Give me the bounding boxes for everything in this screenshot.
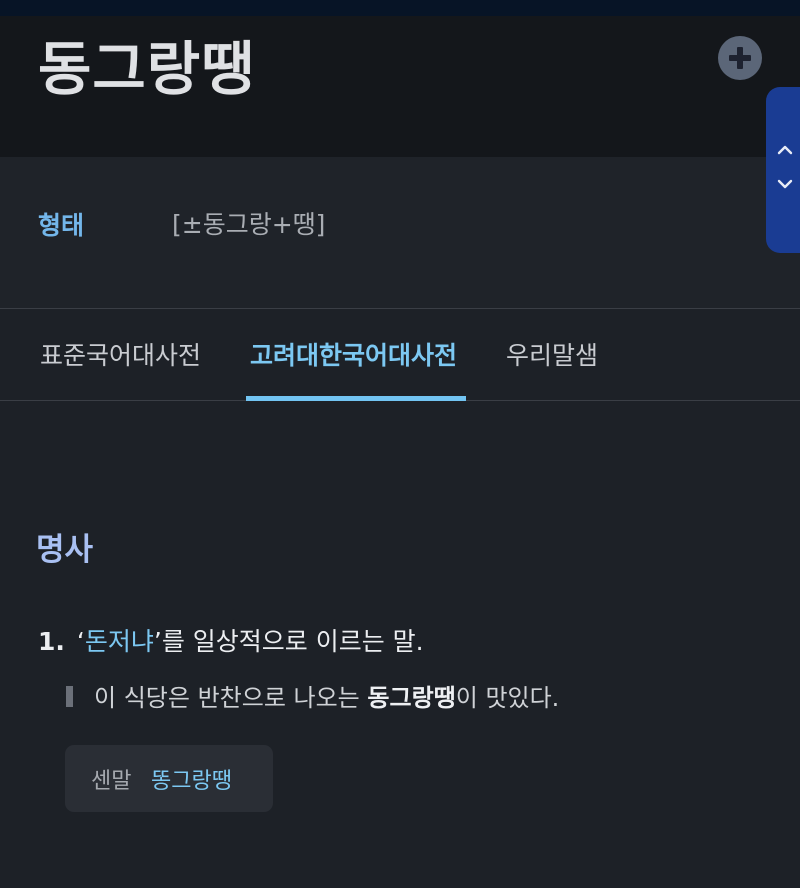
entry-header: 동그랑땡 [0, 16, 800, 157]
sense-number: 1. [38, 627, 65, 656]
related-word-box: 센말 똥그랑땡 [65, 745, 273, 812]
definition-text: ’를 일상적으로 이르는 말. [153, 627, 424, 656]
form-section: 형태 [±동그랑+땡] [0, 157, 800, 309]
related-word-link[interactable]: 똥그랑땡 [151, 763, 232, 795]
example-text-before: 이 식당은 반찬으로 나오는 [94, 684, 368, 712]
example-marker [66, 686, 73, 707]
tab-standard-dictionary[interactable]: 표준국어대사전 [40, 336, 201, 372]
definition-quote-open: ‘ [76, 627, 85, 656]
example-text: 이 식당은 반찬으로 나오는 동그랑땡이 맛있다. [94, 678, 559, 713]
active-tab-indicator [246, 396, 466, 401]
chevron-up-icon[interactable] [774, 139, 796, 161]
form-label: 형태 [38, 211, 85, 240]
definition-link[interactable]: 돈저냐 [85, 627, 154, 656]
example-headword: 동그랑땡 [367, 684, 456, 712]
scroll-nav [766, 87, 800, 253]
plus-circle-icon[interactable] [718, 36, 762, 80]
dictionary-tabs: 표준국어대사전 고려대한국어대사전 우리말샘 [0, 310, 800, 401]
related-label: 센말 [91, 769, 132, 794]
tab-korea-univ-dictionary[interactable]: 고려대한국어대사전 [250, 336, 457, 372]
entry-title: 동그랑땡 [38, 35, 256, 103]
status-strip [0, 0, 800, 16]
definition: 1. ‘돈저냐’를 일상적으로 이르는 말. [38, 622, 424, 658]
definition-content: 명사 1. ‘돈저냐’를 일상적으로 이르는 말. 이 식당은 반찬으로 나오는 … [0, 402, 800, 888]
form-value: [±동그랑+땡] [172, 210, 326, 239]
example-text-after: 이 맛있다. [455, 684, 560, 712]
chevron-down-icon[interactable] [774, 173, 796, 195]
part-of-speech: 명사 [36, 532, 94, 568]
tab-urimalsaem[interactable]: 우리말샘 [506, 336, 598, 372]
